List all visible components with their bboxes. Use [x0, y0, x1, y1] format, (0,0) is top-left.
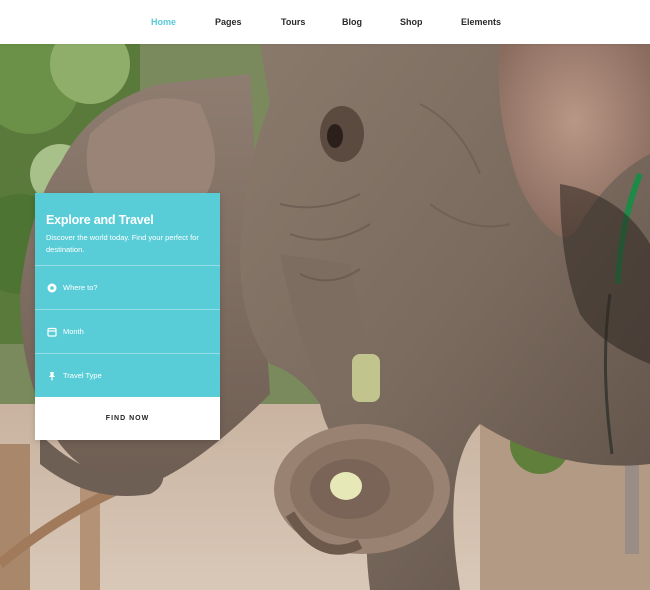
nav-item-pages[interactable]: Pages	[215, 17, 242, 27]
where-to-placeholder: Where to?	[63, 283, 98, 292]
nav-item-shop[interactable]: Shop	[400, 17, 423, 27]
month-field[interactable]: Month	[35, 309, 220, 353]
location-pin-icon	[47, 283, 57, 293]
search-card-subtitle: Discover the world today. Find your perf…	[46, 233, 199, 254]
main-navigation: Home Pages Tours Blog Shop Elements	[0, 0, 650, 44]
calendar-icon	[47, 327, 57, 337]
find-now-button[interactable]: FIND NOW	[35, 397, 220, 440]
nav-item-tours[interactable]: Tours	[281, 17, 305, 27]
travel-type-placeholder: Travel Type	[63, 371, 102, 380]
travel-type-field[interactable]: Travel Type	[35, 353, 220, 397]
search-card-title: Explore and Travel	[46, 213, 154, 227]
search-card: Explore and Travel Discover the world to…	[35, 193, 220, 440]
nav-item-home[interactable]: Home	[151, 17, 176, 27]
nav-item-elements[interactable]: Elements	[461, 17, 501, 27]
pushpin-icon	[49, 372, 55, 381]
month-placeholder: Month	[63, 327, 84, 336]
search-card-form: Explore and Travel Discover the world to…	[35, 193, 220, 397]
where-to-field[interactable]: Where to?	[35, 265, 220, 309]
nav-item-blog[interactable]: Blog	[342, 17, 362, 27]
